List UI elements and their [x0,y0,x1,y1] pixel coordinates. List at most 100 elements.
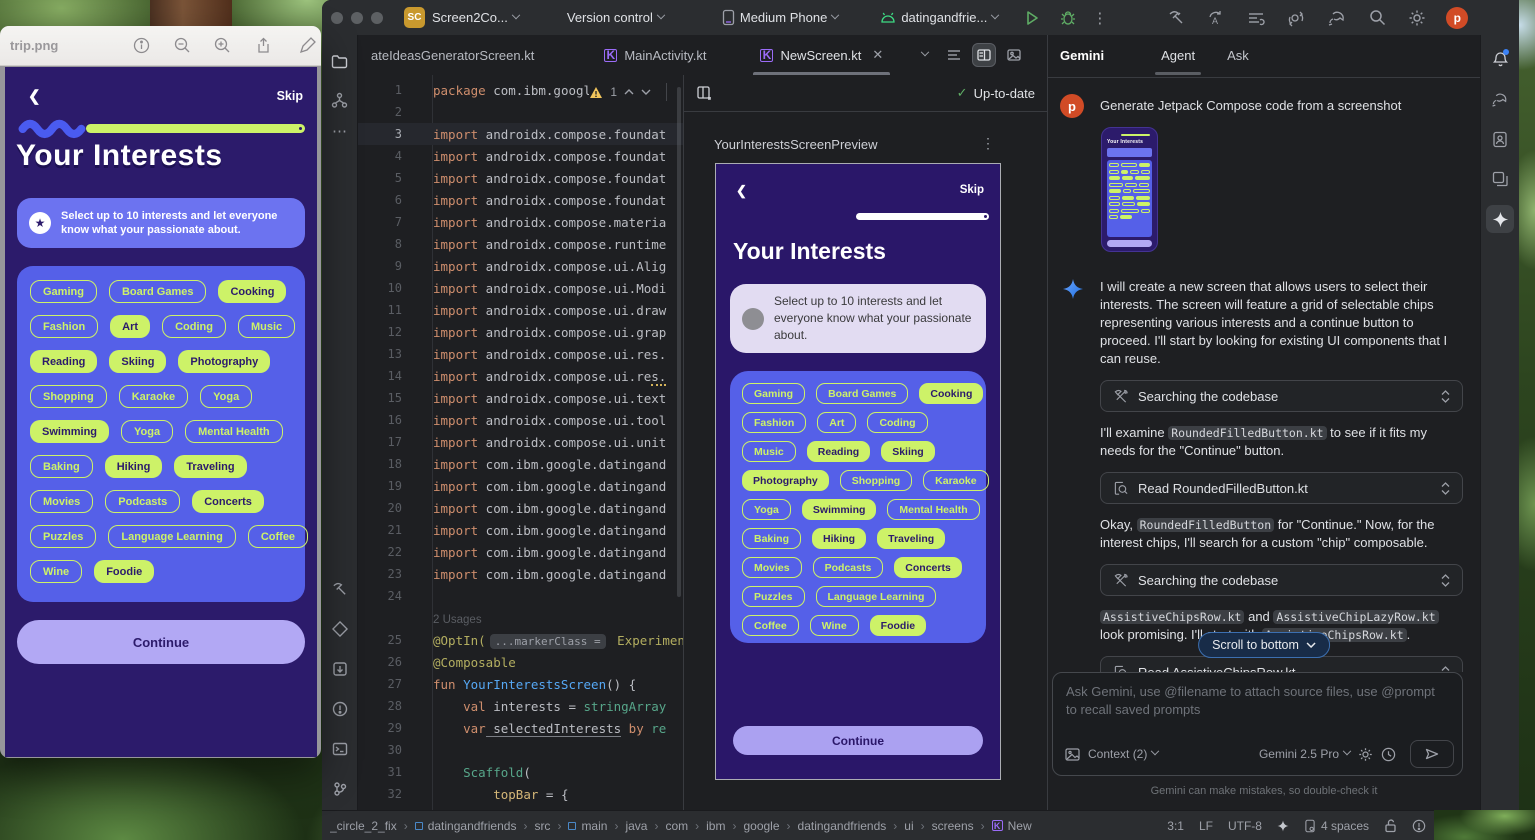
preview-layout-icon[interactable] [696,85,712,101]
expand-icon[interactable] [1441,390,1450,403]
code-line[interactable]: 28 val interests = stringArray [358,695,683,717]
next-problem-icon[interactable] [641,89,651,95]
window-minimize-button[interactable] [351,12,363,24]
code-line[interactable]: 27fun YourInterestsScreen() { [358,673,683,695]
breadcrumb-item[interactable]: screens [932,819,974,833]
project-selector[interactable]: Screen2Co... [432,10,519,25]
code-line[interactable]: 21import com.ibm.google.datingand [358,519,683,541]
breadcrumb-item[interactable]: KNew [992,819,1032,833]
breadcrumb-item[interactable]: ibm [706,819,725,833]
build-tool-icon[interactable] [326,575,354,603]
error-indicator-icon[interactable] [1412,819,1426,833]
code-line[interactable]: 32 topBar = { [358,783,683,805]
expand-icon[interactable] [1441,574,1450,587]
code-line[interactable]: 19import com.ibm.google.datingand [358,475,683,497]
gradle-elephant-icon[interactable] [1486,85,1514,113]
code-line[interactable]: 9import androidx.compose.ui.Alig [358,255,683,277]
code-line[interactable]: 13import androidx.compose.ui.res. [358,343,683,365]
expand-icon[interactable] [1441,482,1450,495]
code-line[interactable]: 23import com.ibm.google.datingand [358,563,683,585]
lock-icon[interactable] [1384,819,1397,833]
code-line[interactable]: 15import androidx.compose.ui.text [358,387,683,409]
code-line[interactable]: 8import androidx.compose.runtime [358,233,683,255]
build-icon[interactable] [1167,9,1185,27]
preview-name[interactable]: YourInterestsScreenPreview [714,137,997,152]
scroll-to-bottom-button[interactable]: Scroll to bottom [1198,632,1330,658]
profiler-icon[interactable]: A [1207,9,1225,27]
send-button[interactable] [1410,740,1454,768]
code-line[interactable]: 7import androidx.compose.materia [358,211,683,233]
tab-agent[interactable]: Agent [1161,48,1195,75]
code-line[interactable]: 10import androidx.compose.ui.Modi [358,277,683,299]
preview-options-icon[interactable]: ⋮ [981,135,995,152]
code-line[interactable]: 24 [358,585,683,607]
design-mode-icon[interactable] [1002,43,1026,67]
breadcrumb-item[interactable]: datingandfriends [798,819,887,833]
tab-mainactivity[interactable]: KMainActivity.kt [591,35,719,75]
more-tool-windows-icon[interactable]: ⋯ [326,117,354,145]
run-config-selector[interactable]: datingandfrie... [880,10,998,25]
tab-dateideasgeneratorscreen[interactable]: ateIdeasGeneratorScreen.kt [358,35,547,75]
code-line[interactable]: 4import androidx.compose.foundat [358,145,683,167]
tool-call-search-codebase[interactable]: Searching the codebase [1100,380,1463,412]
version-control-tool-icon[interactable] [326,775,354,803]
caret-position[interactable]: 3:1 [1167,819,1184,833]
gradle-sync-icon[interactable] [1327,10,1347,26]
gemini-tool-icon[interactable] [1486,205,1514,233]
code-line[interactable]: 26@Composable [358,651,683,673]
search-everywhere-icon[interactable] [1369,9,1386,26]
code-line[interactable]: 17import androidx.compose.ui.unit [358,431,683,453]
tab-newscreen[interactable]: KNewScreen.kt✕ [747,35,896,75]
code-line[interactable]: 29 var selectedInterests by re [358,717,683,739]
line-ending[interactable]: LF [1199,819,1213,833]
markup-pencil-icon[interactable] [299,37,316,54]
breadcrumb-item[interactable]: main [568,819,607,833]
tab-ask[interactable]: Ask [1227,48,1249,75]
breadcrumb-item[interactable]: java [625,819,647,833]
breadcrumb[interactable]: _circle_2_fix›datingandfriends›src›main›… [330,819,1157,833]
sparkle-status-icon[interactable] [1277,820,1289,832]
breadcrumb-item[interactable]: google [743,819,779,833]
breadcrumb-item[interactable]: _circle_2_fix [330,819,397,833]
breadcrumb-item[interactable]: com [665,819,688,833]
app-insights-tool-icon[interactable] [326,615,354,643]
project-tool-icon[interactable] [326,47,354,75]
device-manager-icon[interactable] [1486,165,1514,193]
close-tab-icon[interactable]: ✕ [872,47,883,63]
code-line[interactable]: 18import com.ibm.google.datingand [358,453,683,475]
context-selector[interactable]: Context (2) [1088,747,1158,761]
structure-tool-icon[interactable] [326,86,354,114]
user-avatar[interactable]: p [1446,7,1468,29]
tool-call-read-file[interactable]: Read AssistiveChipsRow.kt [1100,656,1463,672]
gemini-prompt-input[interactable]: Ask Gemini, use @filename to attach sour… [1052,672,1463,776]
code-line[interactable]: 16import androidx.compose.ui.tool [358,409,683,431]
code-line[interactable]: 6import androidx.compose.foundat [358,189,683,211]
code-line[interactable]: 5import androidx.compose.foundat [358,167,683,189]
code-line[interactable]: 2 [358,101,683,123]
device-selector[interactable]: Medium Phone [722,9,838,26]
code-mode-icon[interactable] [942,43,966,67]
info-icon[interactable] [133,37,150,54]
model-selector[interactable]: Gemini 2.5 Pro [1259,747,1350,761]
debug-button[interactable] [1060,10,1076,26]
terminal-tool-icon[interactable] [326,735,354,763]
attach-image-icon[interactable] [1065,748,1080,761]
device-explorer-tool-icon[interactable] [326,655,354,683]
split-mode-icon[interactable] [972,43,996,67]
code-line[interactable]: 25@OptIn(...markerClass = Experiment [358,629,683,651]
notifications-bell-icon[interactable] [1486,45,1514,73]
breadcrumb-item[interactable]: datingandfriends [415,819,517,833]
code-line[interactable]: 22import com.ibm.google.datingand [358,541,683,563]
code-line[interactable]: 11import androidx.compose.ui.draw [358,299,683,321]
code-line[interactable]: 2 Usages [358,607,683,629]
prev-problem-icon[interactable] [624,89,634,95]
code-editor[interactable]: 1package com.ibm.googl23import androidx.… [358,75,683,810]
code-line[interactable]: 20import com.ibm.google.datingand [358,497,683,519]
code-line[interactable]: 14import androidx.compose.ui.res. [358,365,683,387]
code-line[interactable]: 30 [358,739,683,761]
window-close-button[interactable] [331,12,343,24]
more-actions-icon[interactable]: ⋮ [1092,9,1107,27]
breadcrumb-item[interactable]: src [534,819,550,833]
inspection-widget[interactable]: 1 [589,83,675,101]
history-clock-icon[interactable] [1381,747,1396,762]
